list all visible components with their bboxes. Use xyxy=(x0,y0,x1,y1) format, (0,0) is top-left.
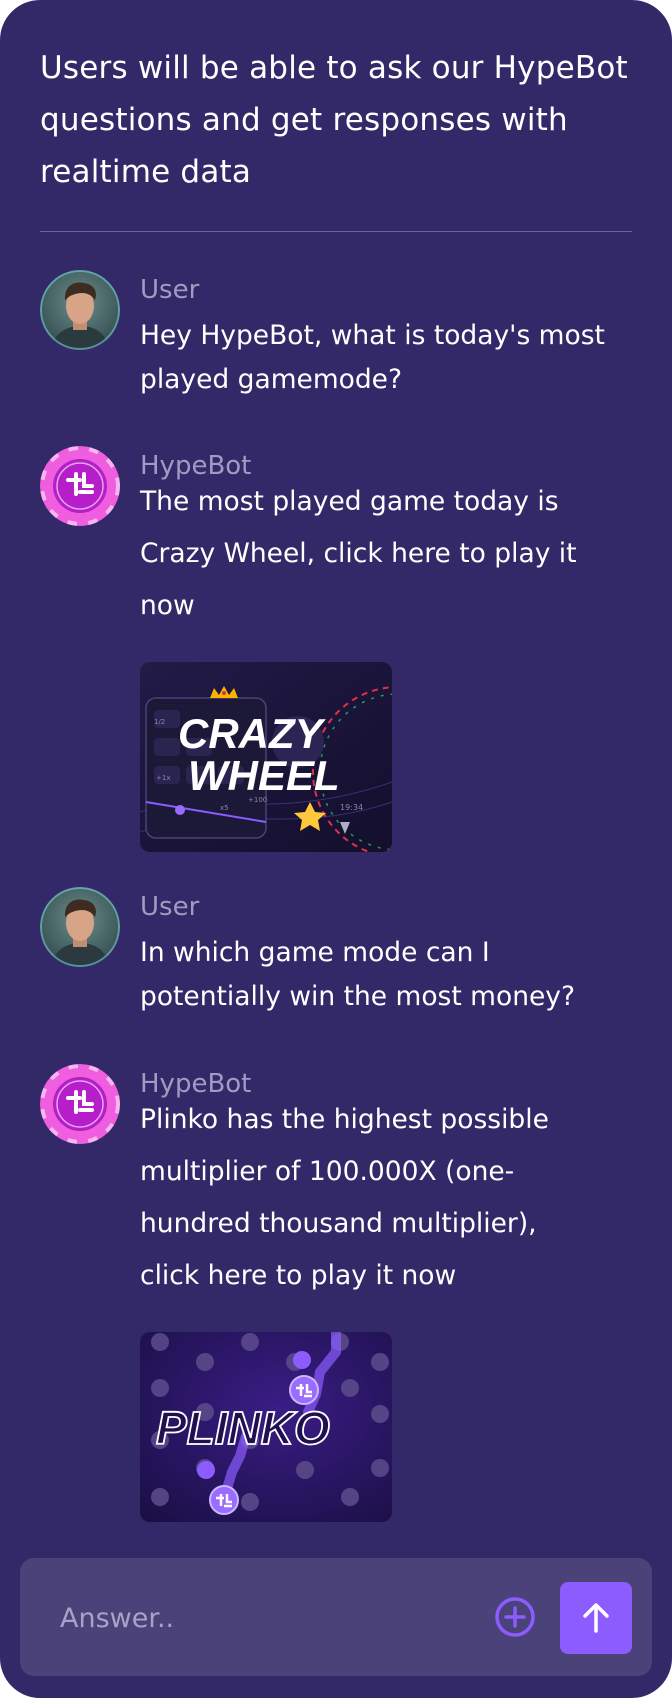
plinko-title: PLINKO xyxy=(156,1402,330,1454)
sender-name: User xyxy=(140,275,200,305)
user-avatar xyxy=(40,270,120,350)
message-bot: HypeBot The most played game today is Cr… xyxy=(40,446,640,856)
message-line: potentially win the most money? xyxy=(140,981,576,1012)
arrow-up-icon xyxy=(583,1603,609,1633)
user-avatar xyxy=(40,887,120,967)
plus-circle-icon xyxy=(495,1597,535,1637)
message-line: multiplier of 100.000X (one- xyxy=(140,1156,515,1187)
plinko-card[interactable]: PLINKO xyxy=(140,1332,392,1522)
message-text: Plinko has the highest possible multipli… xyxy=(140,1094,640,1302)
message-text: The most played game today is Crazy Whee… xyxy=(140,476,640,632)
intro-text: Users will be able to ask our HypeBot qu… xyxy=(40,42,640,198)
intro-line: realtime data xyxy=(40,154,252,190)
crazy-wheel-card[interactable]: 1/2 +1x x5 +100 19:34 CRAZY WHEEL xyxy=(140,662,392,852)
message-line: hundred thousand multiplier), xyxy=(140,1208,537,1239)
card-small-label: +1x xyxy=(156,774,170,782)
message-line: now xyxy=(140,590,195,621)
answer-input[interactable] xyxy=(58,1588,462,1648)
message-line: The most played game today is xyxy=(140,486,559,517)
intro-line: questions and get responses with xyxy=(40,102,568,138)
send-button[interactable] xyxy=(560,1582,632,1654)
message-line: Hey HypeBot, what is today's most xyxy=(140,320,605,351)
message-line: played gamemode? xyxy=(140,364,403,395)
message-line: click here to play it now xyxy=(140,1260,457,1291)
card-small-label: x5 xyxy=(220,804,229,812)
chat-panel: Users will be able to ask our HypeBot qu… xyxy=(0,0,672,1698)
message-text: In which game mode can I potentially win… xyxy=(140,931,640,1019)
divider xyxy=(40,231,632,232)
message-line: Crazy Wheel, click here to play it xyxy=(140,538,577,569)
crazy-wheel-title: CRAZY xyxy=(178,710,327,757)
hypebot-avatar xyxy=(40,1064,120,1144)
card-small-label: 1/2 xyxy=(154,718,165,726)
intro-line: Users will be able to ask our HypeBot xyxy=(40,50,628,86)
hypebot-avatar xyxy=(40,446,120,526)
sender-name: User xyxy=(140,892,200,922)
message-text: Hey HypeBot, what is today's most played… xyxy=(140,314,640,402)
card-small-label: 19:34 xyxy=(340,803,363,812)
message-line: Plinko has the highest possible xyxy=(140,1104,549,1135)
message-user: User Hey HypeBot, what is today's most p… xyxy=(40,270,640,410)
message-user: User In which game mode can I potentiall… xyxy=(40,887,640,1027)
crazy-wheel-title: WHEEL xyxy=(188,752,340,799)
add-attachment-button[interactable] xyxy=(494,1596,536,1638)
message-line: In which game mode can I xyxy=(140,937,490,968)
message-bot: HypeBot Plinko has the highest possible … xyxy=(40,1064,640,1524)
composer xyxy=(20,1558,652,1676)
